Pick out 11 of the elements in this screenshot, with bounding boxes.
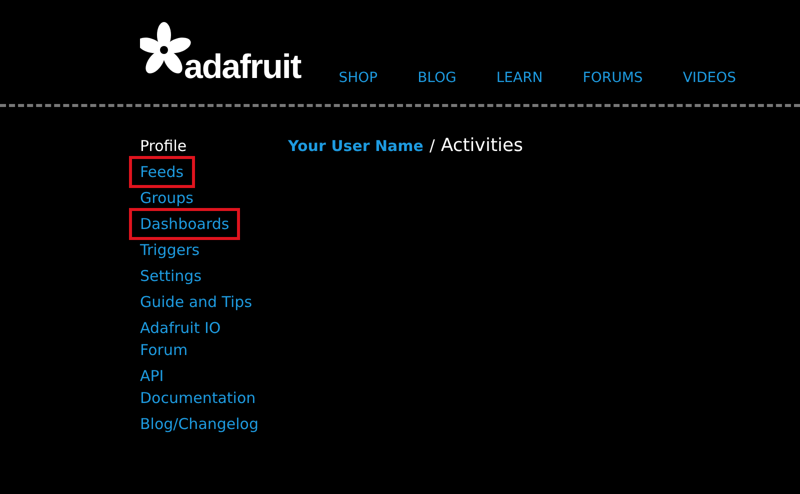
nav-link[interactable]: VIDEOS bbox=[682, 70, 736, 86]
nav-link[interactable]: FORUMS bbox=[582, 70, 643, 86]
page-title: Activities bbox=[440, 135, 523, 156]
logo-text[interactable]: adafruit bbox=[184, 50, 301, 84]
sidebar-link[interactable]: Feeds bbox=[129, 156, 195, 188]
nav-link[interactable]: BLOG bbox=[418, 70, 456, 86]
user-name-link[interactable]: Your User Name bbox=[288, 135, 424, 157]
nav-link[interactable]: LEARN bbox=[496, 70, 543, 86]
sidebar-link[interactable]: Dashboards bbox=[129, 208, 240, 240]
nav-link[interactable]: SHOP bbox=[338, 70, 378, 86]
breadcrumb-separator: / bbox=[429, 136, 435, 155]
